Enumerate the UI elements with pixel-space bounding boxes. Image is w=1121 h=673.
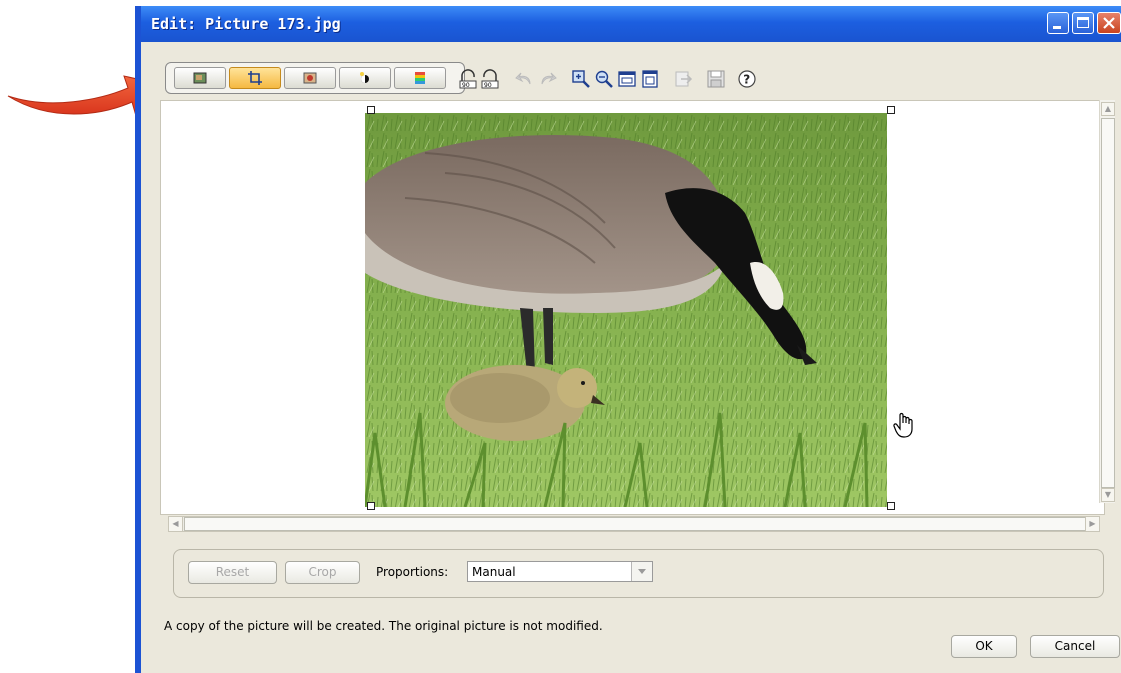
export-icon[interactable] <box>673 69 693 89</box>
red-eye-mode-button[interactable] <box>284 67 336 89</box>
reset-button[interactable]: Reset <box>188 561 277 584</box>
color-icon <box>415 72 425 84</box>
maximize-button[interactable] <box>1072 12 1094 34</box>
crop-handle-top-right[interactable] <box>887 106 895 114</box>
crop-mode-button[interactable] <box>229 67 281 89</box>
crop-handle-top-left[interactable] <box>367 106 375 114</box>
photo-goose-with-gosling[interactable] <box>365 113 887 507</box>
dropdown-arrow-button[interactable] <box>631 562 652 581</box>
cancel-button[interactable]: Cancel <box>1030 635 1120 658</box>
edit-window: Edit: Picture 173.jpg 90 90 ? ▲ ▼ ◀ ▶ Re… <box>135 6 1121 673</box>
window-title: Edit: Picture 173.jpg <box>151 15 341 33</box>
brightness-icon <box>360 72 369 83</box>
proportions-select[interactable]: Manual <box>467 561 653 582</box>
zoom-in-icon[interactable] <box>571 69 591 89</box>
title-bar: Edit: Picture 173.jpg <box>141 6 1121 42</box>
horizontal-scroll-thumb[interactable] <box>184 517 1090 531</box>
red-eye-icon <box>303 72 317 84</box>
close-button[interactable] <box>1097 12 1121 34</box>
close-icon <box>1103 17 1115 29</box>
svg-text:90: 90 <box>462 82 470 89</box>
scroll-right-icon[interactable]: ▶ <box>1085 517 1099 531</box>
crop-icon <box>248 71 262 85</box>
svg-text:90: 90 <box>484 82 492 89</box>
hand-cursor-icon <box>893 412 913 438</box>
scroll-down-icon[interactable]: ▼ <box>1101 488 1115 502</box>
maximize-icon <box>1077 17 1089 28</box>
edit-mode-toolbar <box>165 62 465 94</box>
help-icon[interactable]: ? <box>737 69 757 89</box>
scroll-left-icon[interactable]: ◀ <box>169 517 183 531</box>
crop-button[interactable]: Crop <box>285 561 360 584</box>
proportions-value: Manual <box>472 565 516 579</box>
svg-text:?: ? <box>743 73 750 87</box>
vertical-scrollbar[interactable]: ▲ ▼ <box>1099 100 1115 503</box>
minimize-button[interactable] <box>1047 12 1069 34</box>
save-icon[interactable] <box>706 69 726 89</box>
minimize-icon <box>1053 26 1061 29</box>
fit-window-icon[interactable] <box>617 69 637 89</box>
rotate-left-icon[interactable]: 90 <box>458 69 478 89</box>
picture-icon <box>193 72 207 84</box>
undo-icon[interactable] <box>514 69 534 89</box>
crop-handle-bottom-left[interactable] <box>367 502 375 510</box>
proportions-label: Proportions: <box>376 565 449 579</box>
picture-mode-button[interactable] <box>174 67 226 89</box>
rotate-right-icon[interactable]: 90 <box>480 69 500 89</box>
zoom-out-icon[interactable] <box>594 69 614 89</box>
vertical-scroll-thumb[interactable] <box>1101 118 1115 488</box>
brightness-mode-button[interactable] <box>339 67 391 89</box>
scroll-up-icon[interactable]: ▲ <box>1101 102 1115 116</box>
chevron-down-icon <box>638 569 646 574</box>
crop-handle-bottom-right[interactable] <box>887 502 895 510</box>
actual-size-icon[interactable] <box>640 69 660 89</box>
redo-icon[interactable] <box>538 69 558 89</box>
color-mode-button[interactable] <box>394 67 446 89</box>
copy-note: A copy of the picture will be created. T… <box>164 619 603 633</box>
ok-button[interactable]: OK <box>951 635 1017 658</box>
horizontal-scrollbar[interactable]: ◀ ▶ <box>168 516 1100 532</box>
